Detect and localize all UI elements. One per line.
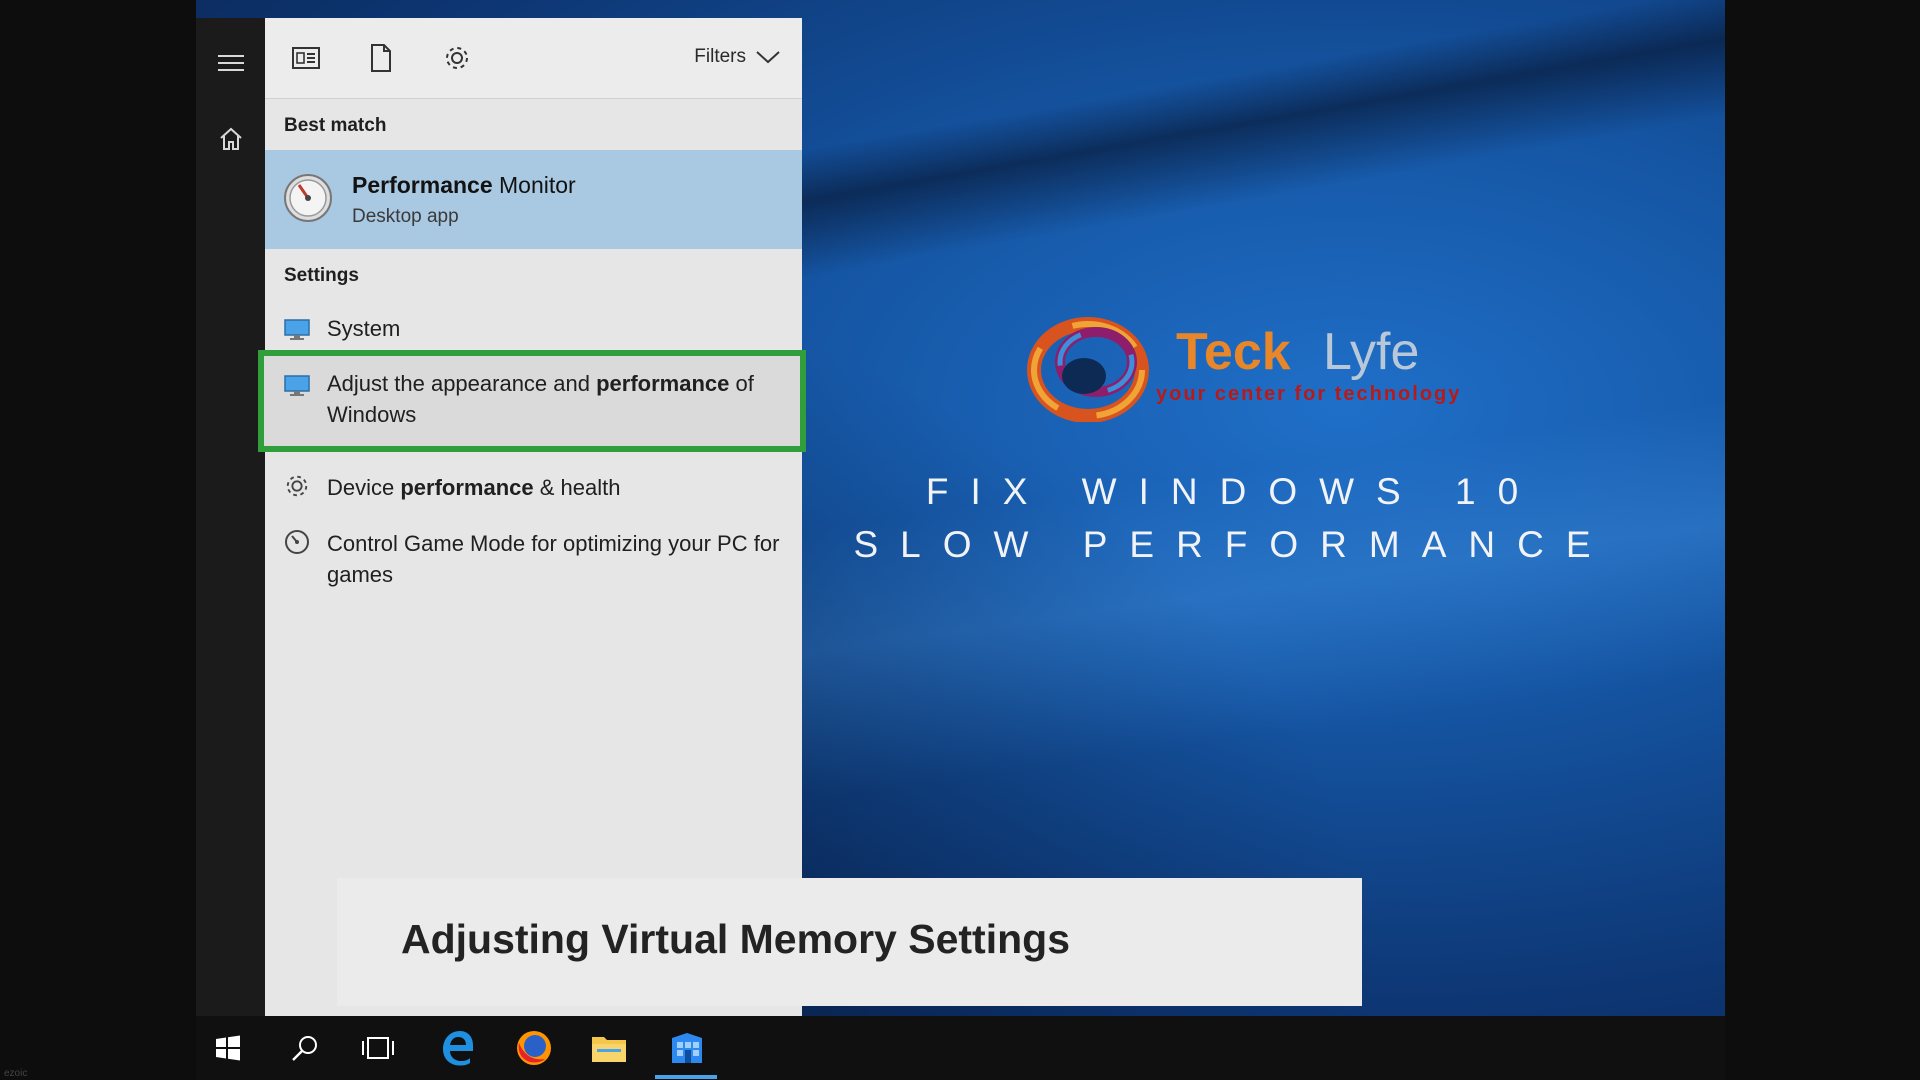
apps-filter-icon [292,47,320,69]
documents-filter-button[interactable] [363,40,399,76]
gear-icon [283,472,311,500]
game-mode-icon [283,528,311,556]
firefox-icon [517,1031,551,1065]
settings-item-system[interactable]: System [265,311,802,353]
file-explorer-button[interactable] [577,1016,641,1080]
system-monitor-icon [283,316,311,344]
best-match-title: Performance Monitor [352,172,576,199]
performance-monitor-icon [284,174,332,222]
watermark: ezoic [4,1068,28,1079]
edge-icon [443,1031,473,1066]
hamburger-menu-icon [217,55,244,71]
best-match-title-rest: Monitor [492,172,576,198]
taskbar [196,1016,1725,1080]
settings-item-label: Adjust the appearance and performance of… [327,371,754,427]
settings-item-device-performance[interactable]: Device performance & health [265,472,802,514]
gear-icon [446,47,468,69]
apps-filter-button[interactable] [288,40,324,76]
search-button[interactable] [273,1016,337,1080]
settings-item-label: Device performance & health [327,475,621,500]
settings-heading: Settings [284,265,359,286]
settings-item-label: Control Game Mode for optimizing your PC… [327,531,780,587]
settings-item-game-mode[interactable]: Control Game Mode for optimizing your PC… [265,528,802,598]
file-explorer-icon [592,1037,626,1062]
store-app-icon [672,1033,702,1063]
best-match-subtitle: Desktop app [352,206,459,227]
headline-line-2: SLOW PERFORMANCE [853,524,1613,565]
task-view-icon [362,1037,394,1059]
best-match-title-bold: Performance [352,172,493,198]
search-icon [292,1036,317,1061]
task-view-button[interactable] [346,1016,410,1080]
edge-button[interactable] [425,1016,489,1080]
start-button[interactable] [196,1016,260,1080]
search-results-panel: Filters Best match Performance Monitor D… [258,18,806,1016]
filters-dropdown[interactable]: Filters [694,46,780,68]
logo-tagline: your center for technology [1156,383,1462,405]
settings-filter-button[interactable] [439,40,475,76]
start-menu-rail [196,18,265,1016]
logo-ring-icon [1027,317,1149,422]
settings-item-label: System [327,316,401,341]
headline-line-1: FIX WINDOWS 10 [925,471,1541,512]
best-match-heading: Best match [284,115,387,136]
home-button[interactable] [196,109,265,169]
screen: Teck Lyfe your center for technology FIX… [196,0,1725,1080]
caption-text: Adjusting Virtual Memory Settings [401,916,1070,962]
hamburger-menu-button[interactable] [196,33,265,93]
system-monitor-icon [283,372,311,400]
home-icon [219,127,242,150]
settings-item-adjust-appearance[interactable]: Adjust the appearance and performance of… [265,368,802,448]
filters-label: Filters [694,46,746,67]
results-toolbar: Filters [265,18,802,99]
document-filter-icon [371,44,391,72]
firefox-button[interactable] [502,1016,566,1080]
store-app-button[interactable] [655,1016,719,1080]
video-caption: Adjusting Virtual Memory Settings [337,878,1362,1006]
active-app-indicator [655,1075,717,1079]
windows-start-icon [216,1035,240,1061]
logo-text-lyfe: Lyfe [1323,323,1420,381]
best-match-result[interactable]: Performance Monitor Desktop app [265,150,802,249]
chevron-down-icon [756,51,780,64]
tecklyfe-logo: Teck Lyfe your center for technology [1026,310,1546,430]
logo-text-teck: Teck [1176,323,1291,381]
